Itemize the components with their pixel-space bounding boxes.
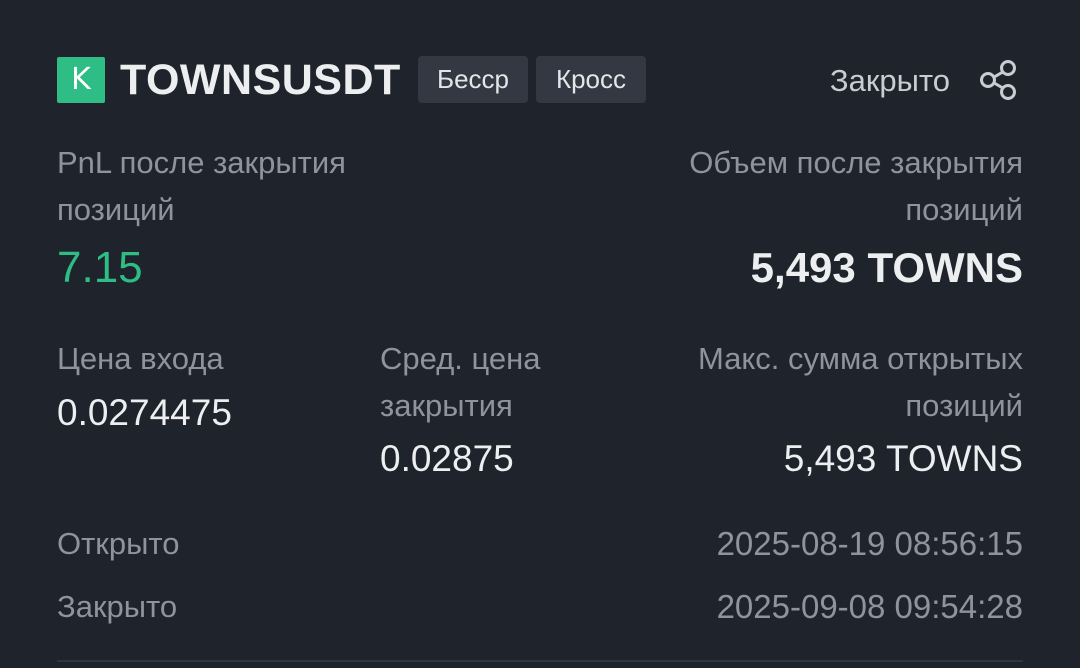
position-side-badge: K — [57, 57, 105, 103]
divider — [57, 660, 1023, 662]
share-icon[interactable] — [976, 57, 1022, 103]
contract-type-tag: Бесср — [418, 56, 528, 103]
avg-close-price-label: Сред. цена закрытия — [380, 341, 541, 423]
margin-mode-tag: Кросс — [536, 56, 646, 103]
pnl-value: 7.15 — [57, 243, 143, 292]
symbol-title: TOWNSUSDT — [120, 56, 401, 104]
max-open-positions-value: 5,493 TOWNS — [783, 438, 1023, 479]
closed-time-value: 2025-09-08 09:54:28 — [716, 588, 1023, 625]
opened-time-value: 2025-08-19 08:56:15 — [716, 525, 1023, 562]
entry-price-value: 0.0274475 — [57, 392, 232, 433]
closed-time-label: Закрыто — [57, 589, 178, 624]
closed-volume-label: Объем после закрытия позиций — [689, 145, 1023, 227]
max-open-positions-label: Макс. сумма открытых позиций — [697, 341, 1023, 423]
opened-time-label: Открыто — [57, 526, 180, 561]
pnl-label: PnL после закрытия позиций — [57, 145, 346, 227]
position-status: Закрыто — [829, 63, 950, 98]
avg-close-price-value: 0.02875 — [380, 438, 514, 479]
entry-price-label: Цена входа — [57, 341, 224, 376]
closed-volume-value: 5,493 TOWNS — [750, 244, 1023, 291]
